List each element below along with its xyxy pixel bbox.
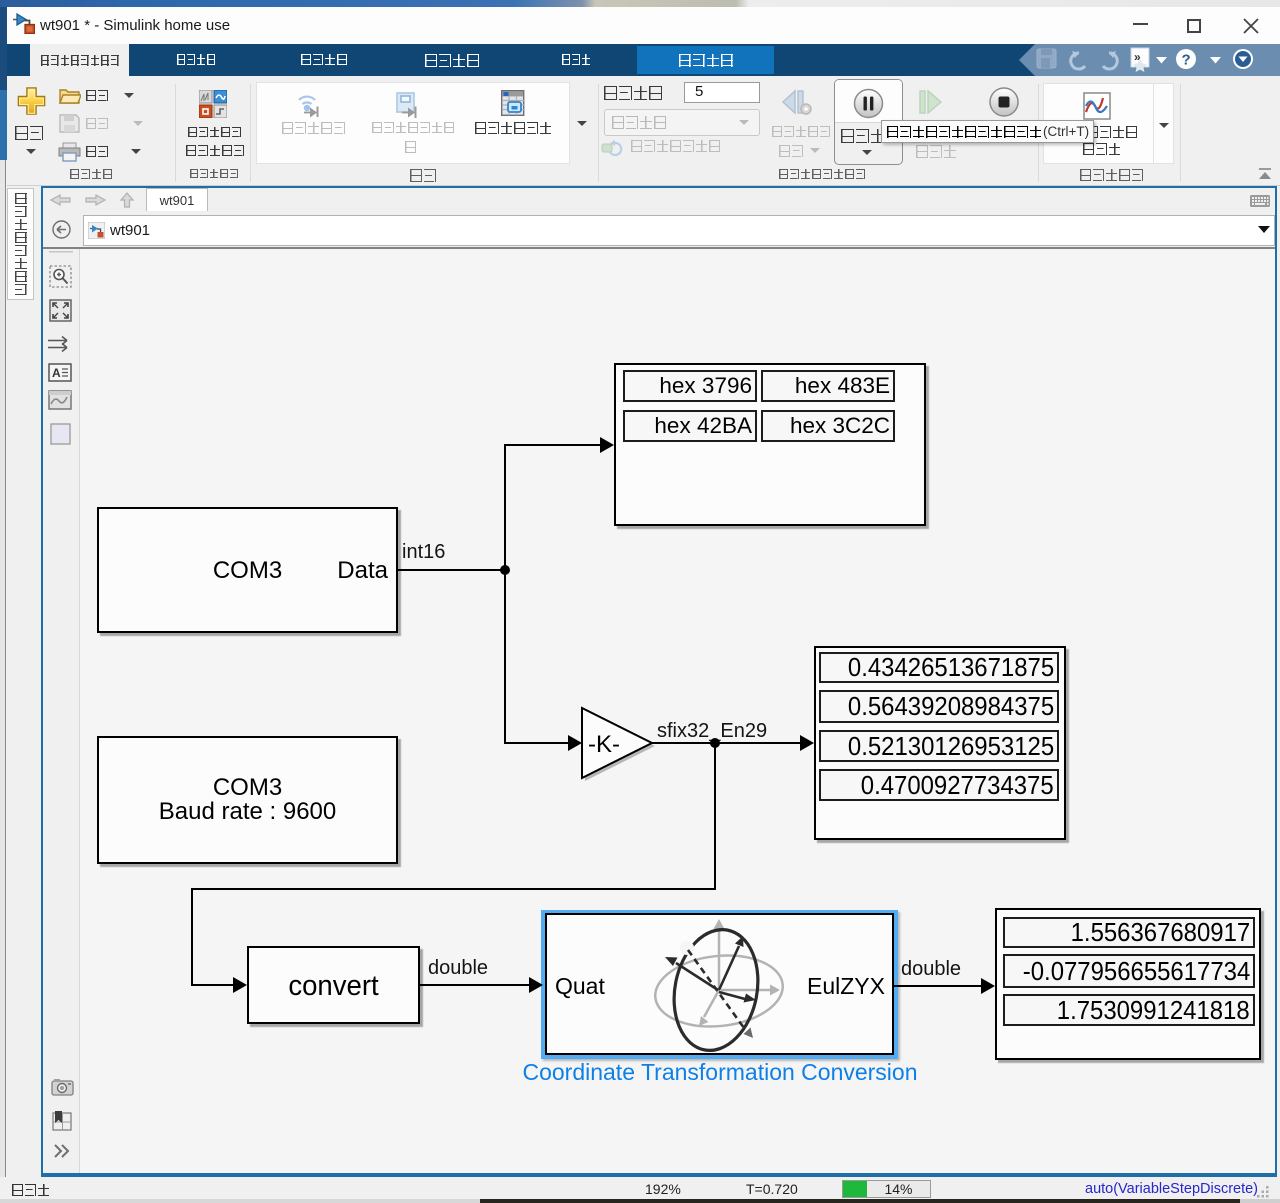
svg-text:?: ? bbox=[1182, 52, 1191, 69]
svg-text:-K-: -K- bbox=[588, 731, 620, 758]
svg-text:A: A bbox=[52, 366, 61, 380]
